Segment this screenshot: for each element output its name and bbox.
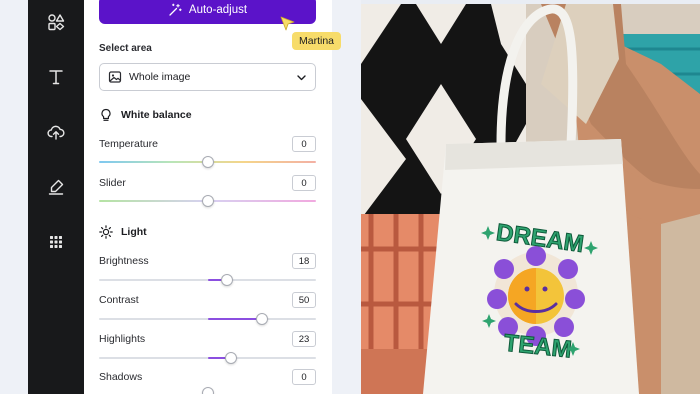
contrast-fill xyxy=(207,318,262,320)
light-heading: Light xyxy=(99,225,147,239)
sun-icon xyxy=(99,225,113,239)
temperature-slider-thumb[interactable] xyxy=(201,156,214,168)
temperature-label: Temperature xyxy=(99,138,158,150)
shadows-slider-thumb[interactable] xyxy=(201,387,214,394)
rail-elements-button[interactable] xyxy=(40,6,72,38)
chevron-down-icon xyxy=(297,75,306,81)
highlights-value-input[interactable]: 23 xyxy=(292,331,316,347)
collaborator-cursor-icon xyxy=(280,16,295,31)
magic-wand-icon xyxy=(169,3,182,16)
canvas-gap xyxy=(332,0,361,394)
white-balance-title: White balance xyxy=(121,109,192,121)
select-area-value: Whole image xyxy=(129,71,191,83)
contrast-slider-thumb[interactable] xyxy=(255,313,268,325)
left-margin xyxy=(0,0,28,394)
contrast-label: Contrast xyxy=(99,294,139,306)
cloud-upload-icon xyxy=(47,125,65,140)
select-area-label: Select area xyxy=(99,43,152,54)
brightness-slider-thumb[interactable] xyxy=(221,274,234,286)
light-title: Light xyxy=(121,226,147,238)
side-rail xyxy=(28,0,84,394)
image-icon xyxy=(108,71,122,83)
shadows-value-input[interactable]: 0 xyxy=(292,369,316,385)
temperature-value-input[interactable]: 0 xyxy=(292,136,316,152)
auto-adjust-label: Auto-adjust xyxy=(188,4,248,16)
tote-bag-photo: DREAM TEAM xyxy=(361,4,700,394)
rail-uploads-button[interactable] xyxy=(40,116,72,148)
highlights-label: Highlights xyxy=(99,333,146,345)
collaborator-name-tag: Martina xyxy=(292,32,342,50)
slider-label: Slider xyxy=(99,177,126,189)
slider-value-input[interactable]: 0 xyxy=(292,175,316,191)
brightness-label: Brightness xyxy=(99,255,149,267)
select-area-dropdown[interactable]: Whole image xyxy=(99,63,316,91)
photo-canvas[interactable]: DREAM TEAM xyxy=(361,4,700,394)
brightness-value-input[interactable]: 18 xyxy=(292,253,316,269)
lightbulb-icon xyxy=(101,108,111,121)
rail-text-button[interactable] xyxy=(40,61,72,93)
apps-grid-icon xyxy=(50,236,62,248)
text-icon xyxy=(49,70,63,85)
shapes-icon xyxy=(48,14,65,31)
pen-draw-icon xyxy=(48,179,64,195)
contrast-value-input[interactable]: 50 xyxy=(292,292,316,308)
shadows-label: Shadows xyxy=(99,371,143,383)
rail-draw-button[interactable] xyxy=(40,171,72,203)
rail-apps-button[interactable] xyxy=(40,226,72,258)
white-balance-heading: White balance xyxy=(99,108,192,122)
slider-slider-thumb[interactable] xyxy=(201,195,214,207)
